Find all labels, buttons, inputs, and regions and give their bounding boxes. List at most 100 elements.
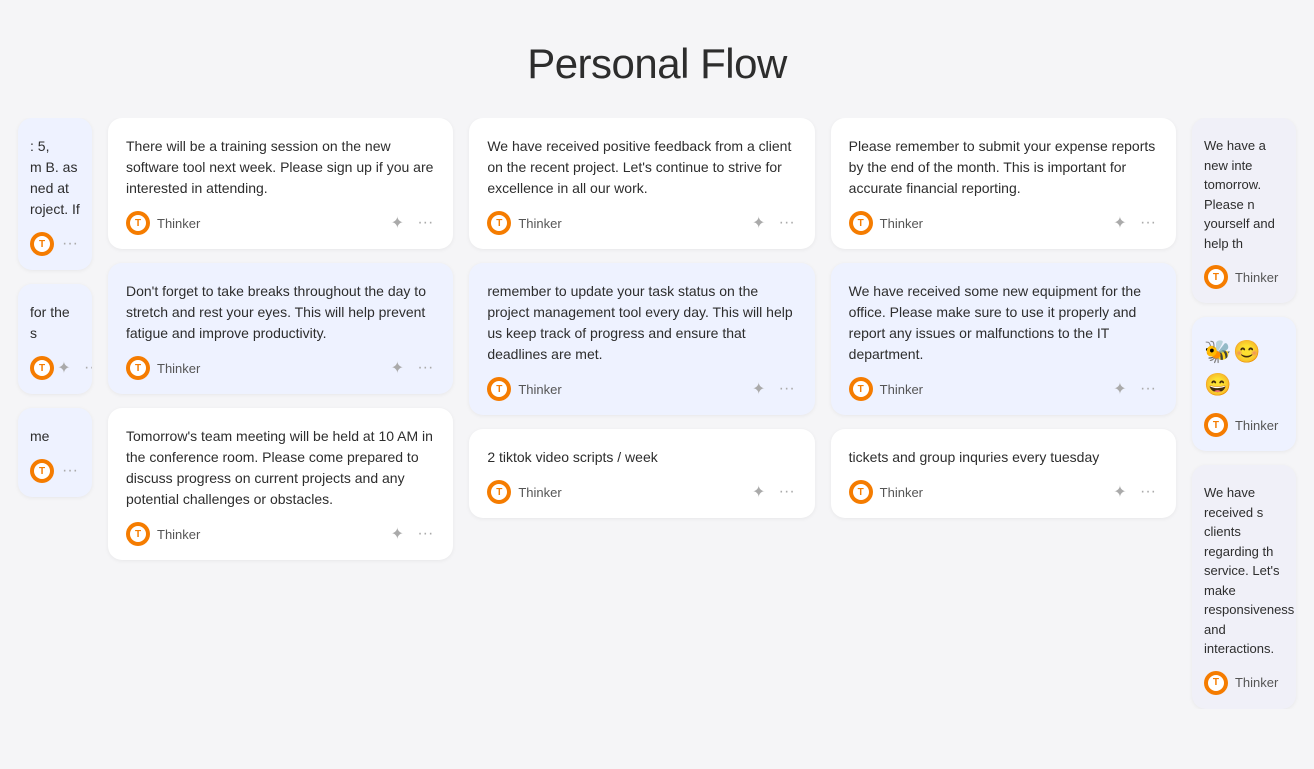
column-1: There will be a training session on the …: [100, 118, 461, 709]
card-lp1: : 5,m B. asned atroject. If T ···: [18, 118, 92, 270]
card-author: T: [30, 459, 54, 483]
card-text: : 5,m B. asned atroject. If: [30, 136, 80, 220]
card-footer: T Thinker: [1204, 413, 1284, 437]
more-button[interactable]: ···: [1138, 379, 1158, 399]
card-footer: T Thinker: [1204, 265, 1284, 289]
more-button[interactable]: ···: [415, 524, 435, 544]
card-text: tickets and group inquries every tuesday: [849, 447, 1158, 468]
card-text: We have received sclients regarding thse…: [1204, 483, 1284, 659]
more-button[interactable]: ···: [60, 461, 80, 481]
card-author: T Thinker: [1204, 671, 1278, 695]
card-footer: T Thinker ✦ ···: [487, 211, 796, 235]
card-text: Please remember to submit your expense r…: [849, 136, 1158, 199]
card-author: T Thinker: [849, 211, 923, 235]
board: : 5,m B. asned atroject. If T ···: [0, 118, 1314, 709]
card-actions: ✦ ···: [387, 358, 435, 378]
avatar: T: [849, 480, 873, 504]
card-1: There will be a training session on the …: [108, 118, 453, 249]
author-name: Thinker: [157, 527, 200, 542]
card-text: Tomorrow's team meeting will be held at …: [126, 426, 435, 510]
card-text: We have received some new equipment for …: [849, 281, 1158, 365]
card-actions: ✦ ···: [1110, 213, 1158, 233]
card-author: T Thinker: [487, 377, 561, 401]
author-name: Thinker: [1235, 270, 1278, 285]
card-actions: ✦ ···: [749, 213, 797, 233]
card-text: There will be a training session on the …: [126, 136, 435, 199]
card-actions: ···: [60, 461, 80, 481]
card-actions: ✦ ···: [54, 358, 92, 378]
card-footer: T ···: [30, 459, 80, 483]
avatar: T: [30, 232, 54, 256]
author-name: Thinker: [1235, 418, 1278, 433]
column-3: Please remember to submit your expense r…: [823, 118, 1184, 709]
avatar: T: [1204, 413, 1228, 437]
more-button[interactable]: ···: [777, 379, 797, 399]
card-footer: T Thinker ✦ ···: [126, 522, 435, 546]
card-text: remember to update your task status on t…: [487, 281, 796, 365]
more-button[interactable]: ···: [1138, 213, 1158, 233]
page-container: Personal Flow : 5,m B. asned atroject. I…: [0, 0, 1314, 769]
card-rp1: We have a new intetomorrow. Please nyour…: [1192, 118, 1296, 303]
card-5: remember to update your task status on t…: [469, 263, 814, 415]
card-footer: T Thinker ✦ ···: [849, 377, 1158, 401]
card-8: We have received some new equipment for …: [831, 263, 1176, 415]
card-lp2: for thes T ✦ ···: [18, 284, 92, 394]
card-footer: T Thinker ✦ ···: [126, 211, 435, 235]
more-button[interactable]: ···: [60, 234, 80, 254]
more-button[interactable]: ···: [415, 358, 435, 378]
card-4: We have received positive feedback from …: [469, 118, 814, 249]
card-footer: T Thinker: [1204, 671, 1284, 695]
card-actions: ✦ ···: [749, 482, 797, 502]
card-footer: T ✦ ···: [30, 356, 80, 380]
more-button[interactable]: ···: [415, 213, 435, 233]
author-name: Thinker: [157, 361, 200, 376]
card-text: We have received positive feedback from …: [487, 136, 796, 199]
pin-button[interactable]: ✦: [1110, 213, 1130, 233]
card-author: T Thinker: [126, 522, 200, 546]
avatar: T: [126, 211, 150, 235]
more-button[interactable]: ···: [82, 358, 92, 378]
card-author: T Thinker: [1204, 265, 1278, 289]
avatar: T: [487, 211, 511, 235]
card-author: T: [30, 356, 54, 380]
card-actions: ✦ ···: [387, 213, 435, 233]
card-9: tickets and group inquries every tuesday…: [831, 429, 1176, 518]
card-author: T Thinker: [126, 356, 200, 380]
pin-button[interactable]: ✦: [387, 358, 407, 378]
pin-button[interactable]: ✦: [54, 358, 74, 378]
pin-button[interactable]: ✦: [387, 213, 407, 233]
card-author: T Thinker: [126, 211, 200, 235]
pin-button[interactable]: ✦: [1110, 482, 1130, 502]
card-text: 2 tiktok video scripts / week: [487, 447, 796, 468]
column-2: We have received positive feedback from …: [461, 118, 822, 709]
card-actions: ···: [60, 234, 80, 254]
card-text: We have a new intetomorrow. Please nyour…: [1204, 136, 1284, 253]
avatar: T: [1204, 671, 1228, 695]
author-name: Thinker: [880, 382, 923, 397]
pin-button[interactable]: ✦: [1110, 379, 1130, 399]
card-lp3: me T ···: [18, 408, 92, 497]
card-actions: ✦ ···: [387, 524, 435, 544]
card-text: Don't forget to take breaks throughout t…: [126, 281, 435, 344]
card-author: T Thinker: [849, 480, 923, 504]
card-author: T Thinker: [1204, 413, 1278, 437]
author-name: Thinker: [518, 485, 561, 500]
card-rp2: 🐝😊😄 T Thinker: [1192, 317, 1296, 451]
more-button[interactable]: ···: [1138, 482, 1158, 502]
pin-button[interactable]: ✦: [749, 379, 769, 399]
more-button[interactable]: ···: [777, 482, 797, 502]
pin-button[interactable]: ✦: [749, 213, 769, 233]
card-text: for thes: [30, 302, 80, 344]
card-2: Don't forget to take breaks throughout t…: [108, 263, 453, 394]
card-footer: T Thinker ✦ ···: [849, 480, 1158, 504]
avatar: T: [487, 377, 511, 401]
avatar: T: [126, 356, 150, 380]
pin-button[interactable]: ✦: [387, 524, 407, 544]
card-footer: T Thinker ✦ ···: [487, 377, 796, 401]
pin-button[interactable]: ✦: [749, 482, 769, 502]
card-author: T: [30, 232, 54, 256]
author-name: Thinker: [880, 216, 923, 231]
card-text: me: [30, 426, 80, 447]
more-button[interactable]: ···: [777, 213, 797, 233]
card-actions: ✦ ···: [1110, 482, 1158, 502]
